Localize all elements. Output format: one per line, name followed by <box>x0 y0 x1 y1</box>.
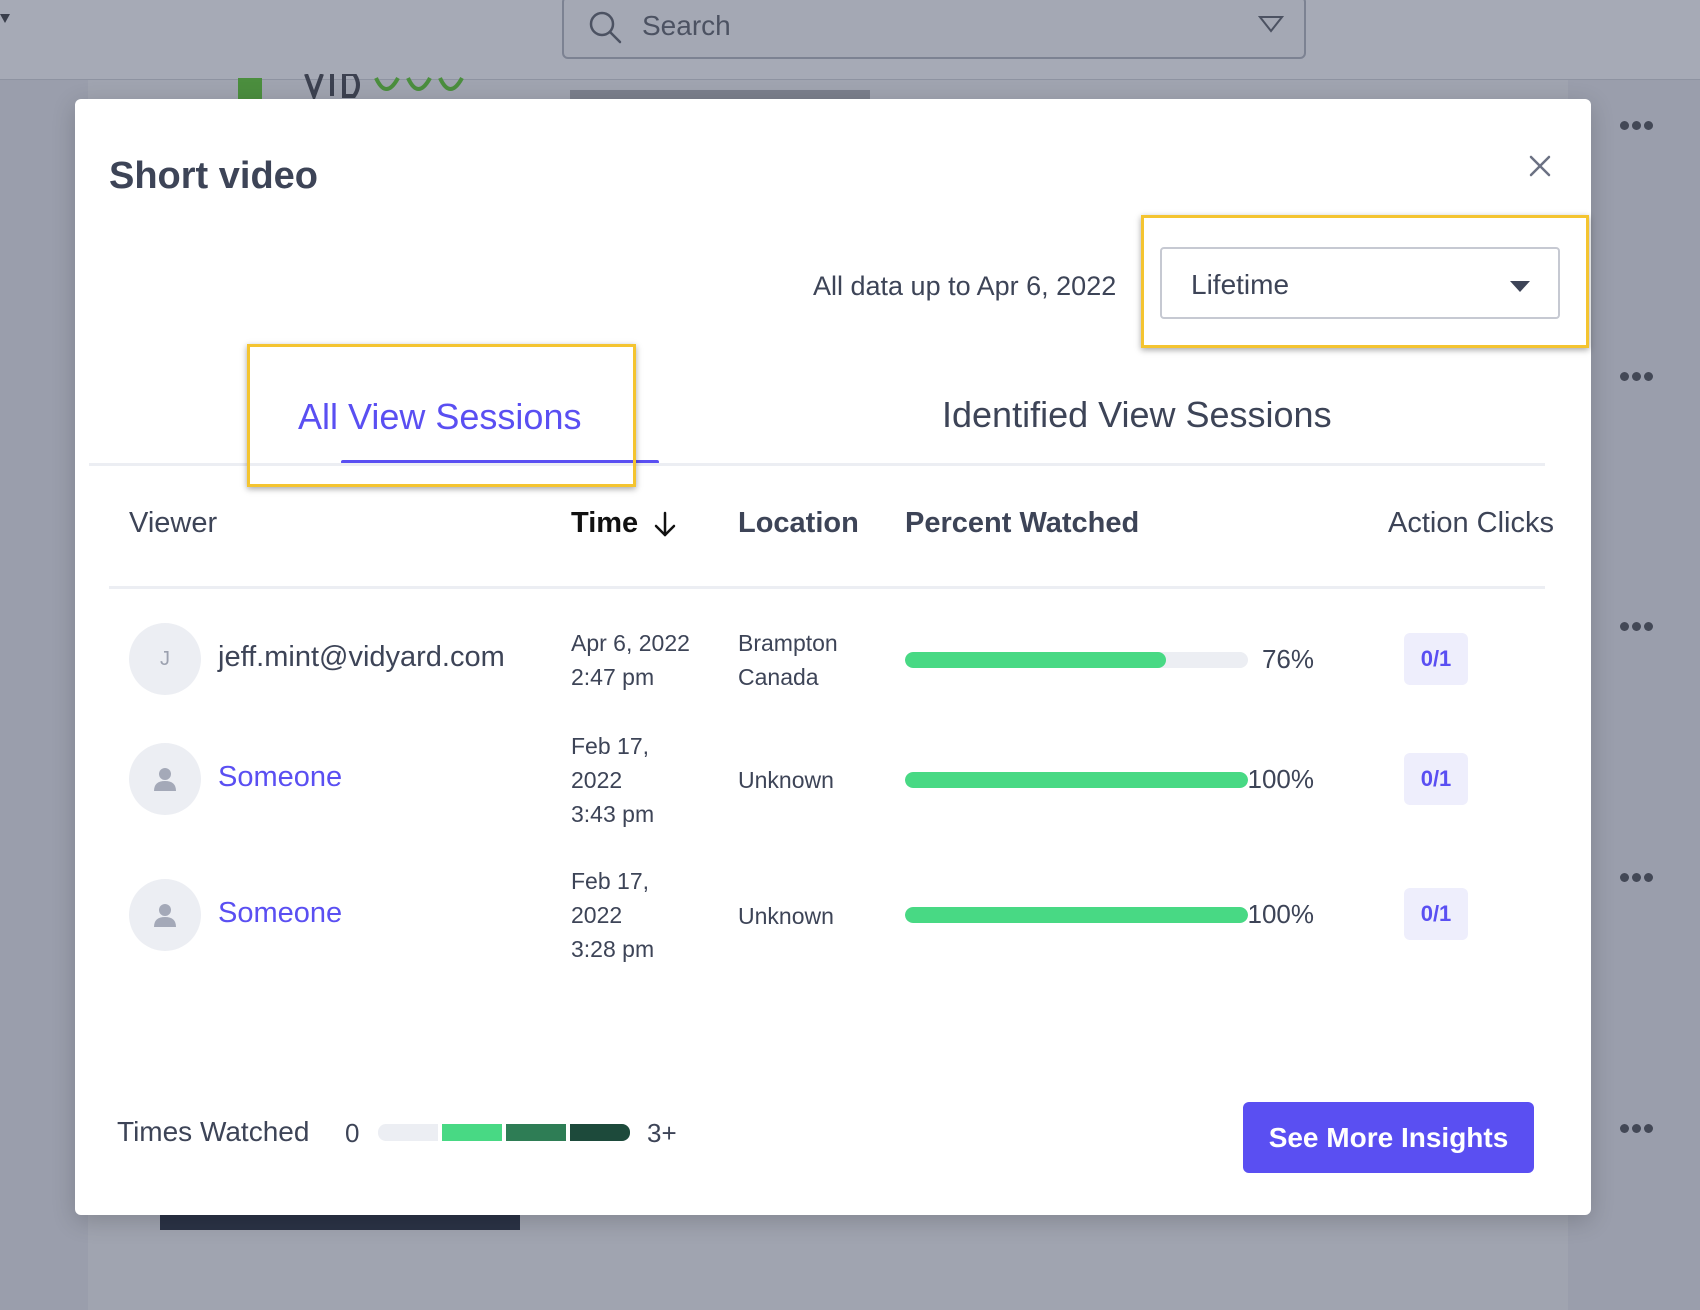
percent-watched-fill <box>905 652 1166 668</box>
avatar: J <box>129 623 201 695</box>
user-icon <box>154 904 176 927</box>
tab-all-view-sessions[interactable]: All View Sessions <box>298 396 581 438</box>
action-clicks-badge[interactable]: 0/1 <box>1404 753 1468 805</box>
more-options-icon <box>1620 622 1654 632</box>
percent-watched-bar <box>905 907 1248 923</box>
more-options-icon <box>1620 1124 1654 1134</box>
percent-watched-label: 76% <box>1261 644 1314 674</box>
percent-watched-label: 100% <box>1247 899 1315 929</box>
search-placeholder: Search <box>642 10 731 41</box>
column-header-percent-watched: Percent Watched <box>905 507 1140 539</box>
legend-swatch <box>442 1124 502 1141</box>
legend-swatch <box>570 1124 630 1141</box>
date-range-select[interactable]: Lifetime <box>1160 247 1560 319</box>
times-watched-label: Times Watched <box>117 1116 310 1147</box>
session-date: Feb 17, <box>571 733 649 759</box>
session-time: Feb 17, 2022 3:43 pm <box>571 729 711 831</box>
close-icon[interactable] <box>1525 151 1555 181</box>
viewer-email: jeff.mint@vidyard.com <box>218 641 505 673</box>
viewer-link[interactable]: Someone <box>218 761 342 794</box>
location-city: Unknown <box>738 767 834 793</box>
percent-watched-fill <box>905 772 1248 788</box>
location-city: Brampton <box>738 630 838 656</box>
column-header-time-label: Time <box>571 507 639 539</box>
session-clock: 2:47 pm <box>571 664 655 690</box>
action-clicks-badge[interactable]: 0/1 <box>1404 888 1468 940</box>
viewer-link[interactable]: Someone <box>218 897 342 930</box>
session-date: Feb 17, <box>571 868 649 894</box>
session-date: Apr 6, 2022 <box>571 630 690 656</box>
session-location: Unknown <box>738 899 834 933</box>
see-more-insights-button[interactable]: See More Insights <box>1243 1102 1534 1173</box>
tab-identified-view-sessions[interactable]: Identified View Sessions <box>942 394 1332 436</box>
legend-swatch <box>378 1124 438 1141</box>
filter-dropdown-icon <box>1258 16 1284 33</box>
legend-swatch <box>506 1124 566 1141</box>
avatar <box>129 879 201 951</box>
header-divider <box>109 586 1545 589</box>
session-time: Feb 17, 2022 3:28 pm <box>571 864 711 966</box>
session-clock: 3:28 pm <box>571 936 655 962</box>
session-location: Unknown <box>738 763 834 797</box>
video-insights-modal: Short video All data up to Apr 6, 2022 L… <box>75 99 1591 1215</box>
avatar <box>129 743 201 815</box>
session-time: Apr 6, 2022 2:47 pm <box>571 626 711 694</box>
user-icon <box>154 768 176 791</box>
percent-watched-label: 100% <box>1247 764 1315 794</box>
column-header-action-clicks: Action Clicks <box>1388 507 1554 539</box>
more-options-icon <box>1620 372 1654 382</box>
data-range-note: All data up to Apr 6, 2022 <box>813 271 1117 301</box>
modal-title: Short video <box>109 155 319 197</box>
percent-watched-bar <box>905 652 1248 668</box>
more-options-icon <box>1620 873 1654 883</box>
global-search-box: Search <box>562 0 1306 59</box>
legend-max: 3+ <box>647 1118 677 1148</box>
session-year: 2022 <box>571 902 623 928</box>
vidyard-logo-icon <box>238 74 464 100</box>
search-icon <box>589 11 622 44</box>
session-year: 2022 <box>571 767 623 793</box>
location-city: Unknown <box>738 903 834 929</box>
column-header-viewer: Viewer <box>129 507 218 539</box>
avatar-initial: J <box>160 647 170 670</box>
legend-min: 0 <box>345 1118 360 1148</box>
menu-caret-icon <box>0 14 10 23</box>
session-location: Brampton Canada <box>738 626 838 694</box>
sort-descending-icon <box>654 512 676 537</box>
column-header-time[interactable]: Time <box>571 507 678 540</box>
date-range-value: Lifetime <box>1191 269 1290 300</box>
session-clock: 3:43 pm <box>571 801 655 827</box>
more-options-icon <box>1620 121 1654 131</box>
chevron-down-icon <box>1510 281 1530 292</box>
location-country: Canada <box>738 664 819 690</box>
column-header-location: Location <box>738 507 859 539</box>
percent-watched-fill <box>905 907 1248 923</box>
percent-watched-bar <box>905 772 1248 788</box>
action-clicks-badge[interactable]: 0/1 <box>1404 633 1468 685</box>
tab-divider <box>89 463 1545 466</box>
